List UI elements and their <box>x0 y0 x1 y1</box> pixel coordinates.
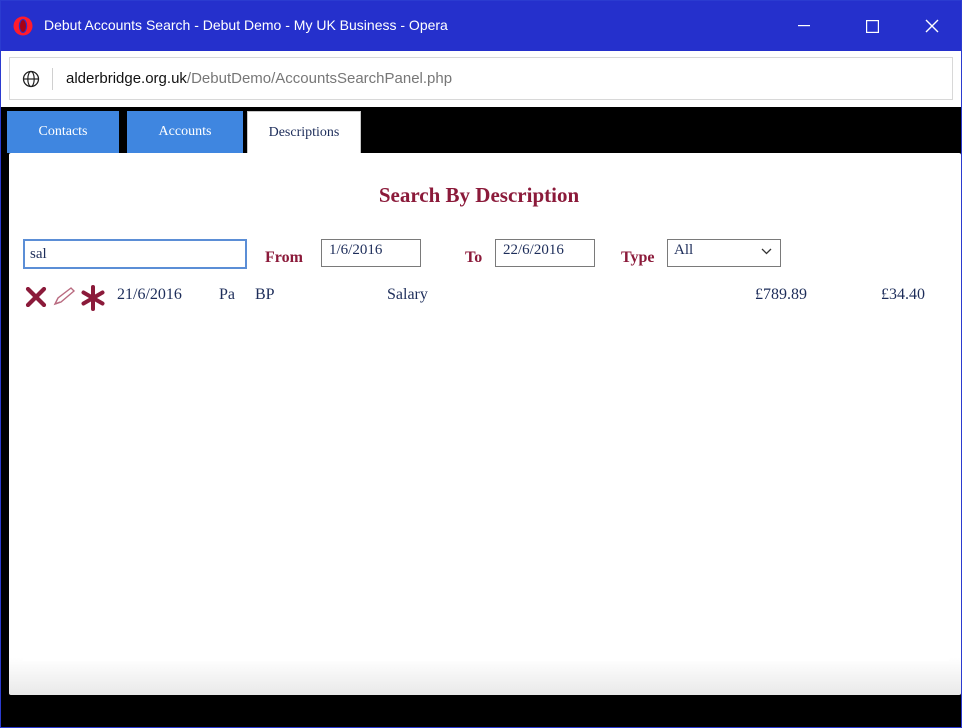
opera-logo-icon <box>13 16 33 36</box>
minimize-button[interactable] <box>781 1 827 51</box>
result-account: BP <box>255 286 275 303</box>
globe-icon[interactable] <box>22 70 40 88</box>
delete-x-icon[interactable] <box>25 287 47 307</box>
address-separator <box>52 68 53 90</box>
tab-descriptions[interactable]: Descriptions <box>247 111 361 153</box>
from-date-field[interactable]: 1/6/2016 <box>321 239 421 267</box>
address-bar[interactable]: alderbridge.org.uk/DebutDemo/AccountsSea… <box>9 57 953 100</box>
title-bar: Debut Accounts Search - Debut Demo - My … <box>1 1 961 51</box>
url-text[interactable]: alderbridge.org.uk/DebutDemo/AccountsSea… <box>66 70 452 87</box>
url-path: /DebutDemo/AccountsSearchPanel.php <box>186 70 453 87</box>
search-input[interactable] <box>23 239 247 269</box>
result-code: Pa <box>219 286 235 303</box>
type-select[interactable]: All <box>667 239 781 267</box>
page-title: Search By Description <box>378 183 580 207</box>
tab-strip: Contacts Accounts Descriptions <box>1 107 961 153</box>
tab-accounts[interactable]: Accounts <box>127 111 243 153</box>
address-bar-area: alderbridge.org.uk/DebutDemo/AccountsSea… <box>1 51 961 107</box>
to-label: To <box>465 249 483 266</box>
browser-window: Debut Accounts Search - Debut Demo - My … <box>0 0 962 728</box>
asterisk-icon[interactable] <box>81 285 105 311</box>
result-amount: £789.89 <box>755 286 807 303</box>
from-label: From <box>265 249 303 266</box>
minimize-icon <box>798 25 810 27</box>
to-date-field[interactable]: 22/6/2016 <box>495 239 595 267</box>
result-description: Salary <box>387 286 428 303</box>
result-date: 21/6/2016 <box>117 286 182 303</box>
table-row: 21/6/2016 Pa BP Salary £789.89 £34.40 <box>25 285 945 315</box>
result-amount-2: £34.40 <box>881 286 925 303</box>
close-icon <box>925 19 939 33</box>
url-host: alderbridge.org.uk <box>66 70 187 87</box>
chevron-down-icon <box>761 248 772 255</box>
search-panel: Search By Description From 1/6/2016 To 2… <box>9 153 961 695</box>
close-button[interactable] <box>909 1 955 51</box>
maximize-button[interactable] <box>849 1 895 51</box>
pencil-icon[interactable] <box>51 286 77 308</box>
type-label: Type <box>621 249 655 266</box>
window-title: Debut Accounts Search - Debut Demo - My … <box>44 17 448 33</box>
tab-contacts[interactable]: Contacts <box>7 111 119 153</box>
maximize-icon <box>865 19 879 33</box>
panel-content <box>23 153 949 661</box>
type-select-value: All <box>674 242 694 258</box>
